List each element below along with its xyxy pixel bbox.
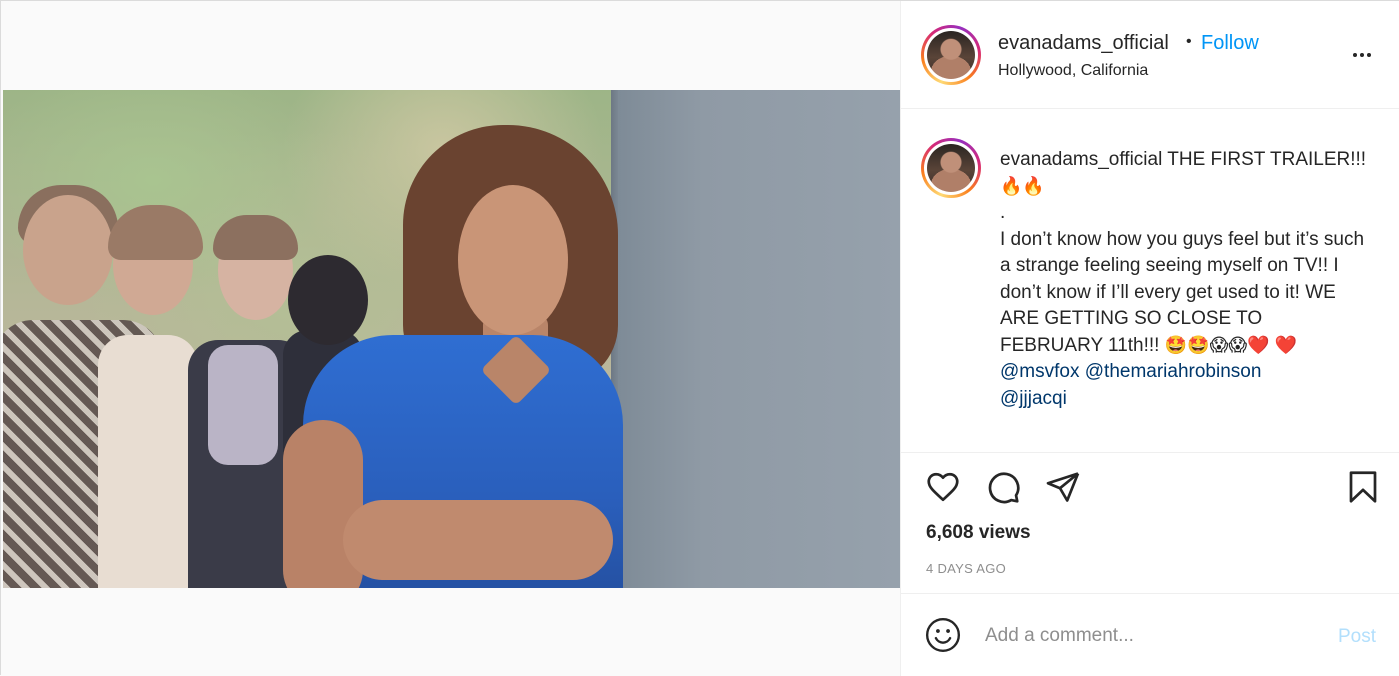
like-button[interactable] (923, 469, 963, 509)
comment-icon (985, 469, 1021, 510)
caption-avatar[interactable] (921, 138, 981, 198)
caption-text: evanadams_official THE FIRST TRAILER!!! … (1000, 147, 1370, 412)
smiley-icon (924, 616, 962, 659)
header-username[interactable]: evanadams_official (998, 32, 1169, 55)
fire-emojis: 🔥🔥 (1000, 175, 1045, 197)
mention-link[interactable]: @jjjacqi (1000, 388, 1067, 409)
emoji-picker-button[interactable] (923, 617, 963, 657)
heart-emoji: ❤️ (1274, 334, 1298, 356)
avatar-border (924, 28, 978, 82)
caption-line1: THE FIRST TRAILER!!! (1167, 149, 1367, 170)
more-dot (1367, 53, 1371, 57)
wall (618, 90, 900, 588)
post-details-panel: evanadams_official • Follow Hollywood, C… (900, 1, 1399, 676)
more-dot (1360, 53, 1364, 57)
caption-end-emojis: 🤩🤩😱😱❤️ (1164, 334, 1270, 356)
mention-link[interactable]: @msvfox (1000, 361, 1079, 382)
main-person-face (458, 185, 568, 335)
share-button[interactable] (1043, 469, 1083, 509)
more-options-icon[interactable] (1353, 45, 1381, 65)
comment-input[interactable] (985, 622, 1315, 650)
post-comment-button[interactable]: Post (1338, 626, 1376, 648)
post-timestamp[interactable]: 4 DAYS AGO (926, 561, 1006, 576)
instagram-post: evanadams_official • Follow Hollywood, C… (0, 0, 1399, 676)
post-media (1, 1, 900, 676)
caption-dot-line: . (1000, 202, 1006, 223)
background-person-shirt (208, 345, 278, 465)
avatar-image (927, 31, 975, 79)
avatar[interactable] (921, 25, 981, 85)
more-dot (1353, 53, 1357, 57)
view-count[interactable]: 6,608 views (926, 522, 1031, 544)
main-person-crossed-arms (343, 500, 613, 580)
post-header: evanadams_official • Follow Hollywood, C… (901, 1, 1399, 109)
background-person (98, 335, 198, 588)
avatar-border (924, 141, 978, 195)
location-link[interactable]: Hollywood, California (998, 62, 1148, 80)
paper-plane-icon (1045, 469, 1081, 510)
heart-icon (925, 469, 961, 510)
background-person-head (288, 255, 368, 345)
video-player[interactable] (3, 90, 900, 588)
caption-username[interactable]: evanadams_official (1000, 149, 1162, 170)
bookmark-icon (1345, 469, 1381, 510)
follow-button[interactable]: Follow (1201, 32, 1259, 55)
comment-form: Post (901, 593, 1399, 676)
save-button[interactable] (1343, 469, 1383, 509)
avatar-image (927, 144, 975, 192)
background-person-hair (213, 215, 298, 260)
mention-link[interactable]: @themariahrobinson (1085, 361, 1262, 382)
post-actions: 6,608 views 4 DAYS AGO (901, 452, 1399, 592)
comment-button[interactable] (983, 469, 1023, 509)
separator-dot: • (1186, 33, 1192, 50)
background-person-head (23, 195, 113, 305)
caption-area: evanadams_official THE FIRST TRAILER!!! … (901, 110, 1399, 451)
